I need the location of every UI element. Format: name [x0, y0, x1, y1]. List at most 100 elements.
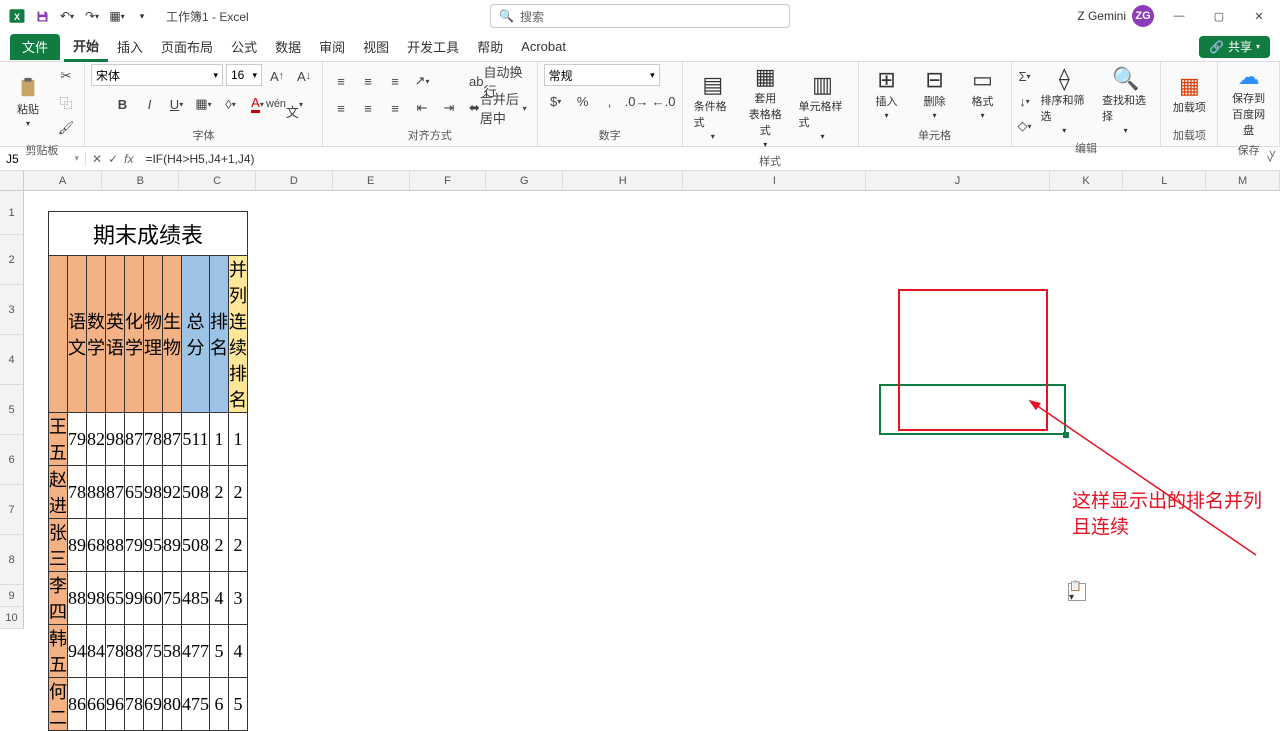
- name-box[interactable]: J5▾: [0, 152, 86, 166]
- table-cell[interactable]: 1: [229, 413, 248, 466]
- row-header[interactable]: 1: [0, 191, 24, 235]
- table-cell[interactable]: 88: [87, 466, 106, 519]
- tab-help[interactable]: 帮助: [468, 32, 512, 62]
- tab-formulas[interactable]: 公式: [222, 32, 266, 62]
- close-button[interactable]: ✕: [1244, 5, 1274, 27]
- paste-options-button[interactable]: 📋▾: [1068, 583, 1086, 601]
- table-cell[interactable]: 80: [163, 678, 182, 731]
- tab-insert[interactable]: 插入: [108, 32, 152, 62]
- table-cell[interactable]: 87: [106, 466, 125, 519]
- table-cell[interactable]: 78: [68, 466, 87, 519]
- table-cell[interactable]: 69: [144, 678, 163, 731]
- format-painter-icon[interactable]: 🖌: [54, 116, 78, 140]
- table-cell[interactable]: 475: [182, 678, 210, 731]
- align-bottom-icon[interactable]: ≡: [383, 69, 407, 93]
- tab-acrobat[interactable]: Acrobat: [512, 32, 575, 62]
- table-cell[interactable]: 88: [106, 519, 125, 572]
- italic-button[interactable]: I: [138, 92, 162, 116]
- table-cell[interactable]: 88: [68, 572, 87, 625]
- tab-review[interactable]: 审阅: [310, 32, 354, 62]
- table-cell[interactable]: 66: [87, 678, 106, 731]
- row-header[interactable]: 2: [0, 235, 24, 285]
- share-button[interactable]: 🔗 共享 ▾: [1199, 36, 1270, 58]
- delete-cells-button[interactable]: ⊟删除▾: [913, 67, 957, 122]
- cancel-formula-icon[interactable]: ✕: [92, 152, 102, 166]
- align-left-icon[interactable]: ≡: [329, 96, 353, 120]
- col-header[interactable]: A: [24, 171, 103, 190]
- table-cell[interactable]: 78: [125, 678, 144, 731]
- autosum-icon[interactable]: Σ▾: [1018, 64, 1032, 88]
- indent-dec-icon[interactable]: ⇤: [410, 96, 434, 120]
- table-cell[interactable]: 张三: [49, 519, 68, 572]
- table-cell[interactable]: 65: [125, 466, 144, 519]
- cut-icon[interactable]: ✂: [54, 64, 78, 88]
- table-cell[interactable]: 89: [163, 519, 182, 572]
- table-cell[interactable]: 89: [68, 519, 87, 572]
- table-cell[interactable]: 4: [210, 572, 229, 625]
- align-middle-icon[interactable]: ≡: [356, 69, 380, 93]
- row-header[interactable]: 6: [0, 435, 24, 485]
- number-format-select[interactable]: 常规▾: [544, 64, 660, 86]
- table-cell[interactable]: 1: [210, 413, 229, 466]
- fill-handle[interactable]: [1063, 432, 1069, 438]
- qat-more-icon[interactable]: ▾: [131, 5, 153, 27]
- table-cell[interactable]: 95: [144, 519, 163, 572]
- decrease-font-icon[interactable]: A↓: [292, 64, 316, 88]
- cond-format-button[interactable]: ▤条件格式▾: [689, 72, 737, 143]
- table-cell[interactable]: 508: [182, 466, 210, 519]
- row-header[interactable]: 10: [0, 607, 24, 629]
- copy-icon[interactable]: ⿻: [54, 90, 78, 114]
- col-header[interactable]: K: [1050, 171, 1124, 190]
- table-cell[interactable]: 98: [87, 572, 106, 625]
- select-all-corner[interactable]: [0, 171, 24, 190]
- table-cell[interactable]: 98: [144, 466, 163, 519]
- col-header[interactable]: M: [1206, 171, 1280, 190]
- tab-data[interactable]: 数据: [266, 32, 310, 62]
- baidu-save-button[interactable]: ☁保存到 百度网盘: [1224, 64, 1273, 140]
- col-header[interactable]: E: [333, 171, 410, 190]
- col-header[interactable]: H: [563, 171, 683, 190]
- col-header[interactable]: I: [683, 171, 866, 190]
- table-cell[interactable]: 84: [87, 625, 106, 678]
- table-cell[interactable]: 2: [229, 466, 248, 519]
- table-cell[interactable]: 92: [163, 466, 182, 519]
- font-size-select[interactable]: 16▾: [226, 64, 262, 86]
- align-top-icon[interactable]: ≡: [329, 69, 353, 93]
- row-header[interactable]: 5: [0, 385, 24, 435]
- maximize-button[interactable]: ▢: [1204, 5, 1234, 27]
- insert-cells-button[interactable]: ⊞插入▾: [865, 67, 909, 122]
- tab-view[interactable]: 视图: [354, 32, 398, 62]
- save-icon[interactable]: [31, 5, 53, 27]
- fill-color-button[interactable]: ◊▾: [219, 92, 243, 116]
- increase-font-icon[interactable]: A↑: [265, 64, 289, 88]
- col-header[interactable]: J: [866, 171, 1049, 190]
- merge-button[interactable]: ⬌ 合并后居中 ▾: [465, 96, 531, 120]
- bold-button[interactable]: B: [111, 92, 135, 116]
- tab-home[interactable]: 开始: [64, 32, 108, 62]
- paste-button[interactable]: 粘贴 ▾: [6, 75, 50, 130]
- table-cell[interactable]: 87: [125, 413, 144, 466]
- cell-style-button[interactable]: ▥单元格样式▾: [793, 72, 851, 143]
- table-cell[interactable]: 88: [125, 625, 144, 678]
- table-cell[interactable]: 98: [106, 413, 125, 466]
- undo-icon[interactable]: ↶▾: [56, 5, 78, 27]
- row-header[interactable]: 3: [0, 285, 24, 335]
- phonetic-button[interactable]: wén文▾: [273, 92, 297, 116]
- col-header[interactable]: B: [102, 171, 179, 190]
- table-cell[interactable]: 508: [182, 519, 210, 572]
- table-cell[interactable]: 82: [87, 413, 106, 466]
- col-header[interactable]: C: [179, 171, 256, 190]
- format-cells-button[interactable]: ▭格式▾: [961, 67, 1005, 122]
- table-cell[interactable]: 2: [229, 519, 248, 572]
- table-cell[interactable]: 58: [163, 625, 182, 678]
- clear-icon[interactable]: ◇▾: [1018, 114, 1032, 138]
- table-cell[interactable]: 511: [182, 413, 210, 466]
- table-cell[interactable]: 68: [87, 519, 106, 572]
- table-cell[interactable]: 2: [210, 466, 229, 519]
- table-style-button[interactable]: ▦套用 表格格式▾: [741, 64, 789, 151]
- orientation-icon[interactable]: ↗▾: [410, 69, 434, 93]
- table-cell[interactable]: 75: [144, 625, 163, 678]
- col-header[interactable]: L: [1123, 171, 1206, 190]
- row-header[interactable]: 8: [0, 535, 24, 585]
- align-center-icon[interactable]: ≡: [356, 96, 380, 120]
